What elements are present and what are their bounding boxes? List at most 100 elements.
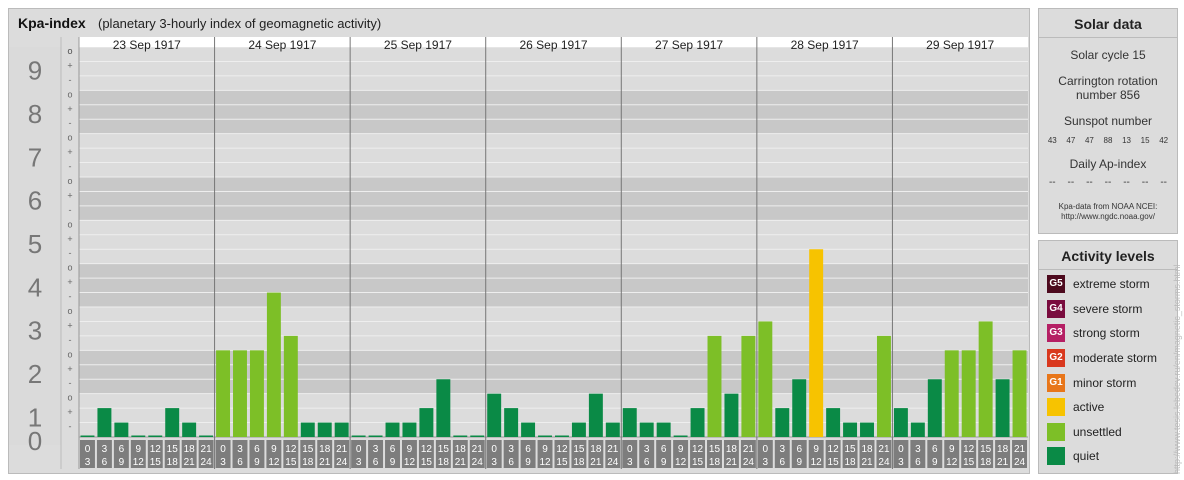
interval-start-label: 0 [898,444,904,455]
interval-end-label: 12 [404,457,416,468]
kp-bar [809,249,824,437]
interval-start-label: 9 [678,444,684,455]
interval-end-label: 15 [150,457,162,468]
activity-level-label: unsettled [1073,424,1122,439]
activity-level-label: extreme storm [1073,277,1150,292]
y-subtick-label: - [69,335,72,345]
kpa-chart: 0123456789-+o-+o-+o-+o-+o-+o-+o-+o-+oo 23… [9,37,1028,469]
interval-start-label: 18 [726,444,738,455]
activity-level-label: strong storm [1073,326,1140,341]
kp-bar [690,408,705,437]
source-url[interactable]: http://www.ngdc.noaa.gov/ [1039,212,1177,222]
y-subtick-label: o [67,133,72,143]
interval-start-label: 15 [438,444,450,455]
day-label: 24 Sep 1917 [248,38,316,52]
interval-end-label: 9 [390,457,396,468]
interval-end-label: 9 [796,457,802,468]
interval-end-label: 9 [254,457,260,468]
activity-level-item: active [1039,395,1177,420]
interval-start-label: 0 [627,444,633,455]
y-subtick-label: - [69,378,72,388]
sunspot-value: 47 [1084,136,1094,145]
interval-end-label: 9 [119,457,125,468]
kp-bar [351,435,366,437]
y-subtick-label: o [67,89,72,99]
y-tick-label: 7 [28,142,42,172]
y-subtick-label: - [69,248,72,258]
interval-end-label: 3 [220,457,226,468]
interval-end-label: 24 [743,457,755,468]
interval-end-label: 18 [167,457,179,468]
day-label: 27 Sep 1917 [655,38,723,52]
activity-level-label: active [1073,400,1105,415]
activity-level-swatch: G3 [1047,324,1065,343]
interval-end-label: 6 [102,457,108,468]
interval-start-label: 3 [508,444,514,455]
y-subtick-label: - [69,205,72,215]
y-tick-label: 2 [28,359,42,389]
interval-start-label: 9 [271,444,277,455]
kp-bar [453,435,468,437]
kp-bar [724,393,739,437]
interval-start-label: 3 [644,444,650,455]
interval-end-label: 6 [508,457,514,468]
ap-value: -- [1067,177,1075,188]
y-subtick-label: o [67,46,72,56]
kp-bar [741,335,756,437]
kp-bar [588,393,603,437]
activity-level-item: quiet [1039,444,1177,469]
ap-label: Daily Ap-index [1069,157,1147,171]
activity-level-swatch: G4 [1047,299,1065,318]
interval-end-label: 21 [455,457,467,468]
chart-title: Kpa-index [18,15,86,31]
kp-bar [758,321,773,437]
kp-bar [555,435,569,437]
interval-start-label: 15 [573,444,585,455]
kp-bar [995,379,1010,437]
interval-end-label: 21 [590,457,602,468]
kp-bar [266,292,281,437]
y-subtick-label: o [67,393,72,403]
kp-bar [893,408,908,437]
sunspot-value: 43 [1047,136,1057,145]
kp-bar [487,393,502,437]
day-label: 23 Sep 1917 [113,38,181,52]
interval-end-label: 18 [438,457,450,468]
carrington-line2: number 856 [1075,88,1141,102]
kp-bar [792,379,807,437]
interval-end-label: 15 [285,457,297,468]
kp-bar [385,422,400,437]
interval-start-label: 9 [542,444,548,455]
interval-start-label: 15 [980,444,992,455]
interval-end-label: 12 [133,457,145,468]
interval-end-label: 18 [709,457,721,468]
activity-level-swatch: G1 [1047,373,1065,392]
y-subtick-label: o [67,176,72,186]
y-tick-label: 1 [28,402,42,432]
ap-values: -- -- -- -- -- -- -- [1039,177,1177,188]
interval-start-label: 21 [743,444,755,455]
sunspot-numbers: 43 47 47 88 13 15 42 [1039,136,1177,145]
interval-start-label: 12 [828,444,840,455]
interval-start-label: 6 [254,444,260,455]
credit-url[interactable]: http://www.tesis.lebedev.ru/en/magnetic_… [1172,265,1182,474]
kp-bar [605,422,620,437]
interval-end-label: 6 [237,457,243,468]
y-subtick-label: - [69,162,72,172]
interval-start-label: 0 [220,444,226,455]
y-tick-label: 6 [28,186,42,216]
activity-level-swatch [1047,447,1065,466]
interval-start-label: 9 [407,444,413,455]
sunspot-value: 47 [1066,136,1076,145]
ap-value: -- [1160,177,1167,188]
interval-start-label: 3 [779,444,785,455]
carrington-rotation: Carrington rotation number 856 [1039,74,1177,102]
interval-start-label: 21 [878,444,890,455]
kp-bar [521,422,536,437]
interval-end-label: 9 [661,457,667,468]
kp-bar [436,379,451,437]
activity-levels-panel: Activity levels G5 extreme storm G4 severe … [1038,240,1178,474]
y-subtick-label: o [67,219,72,229]
interval-start-label: 21 [201,444,213,455]
interval-end-label: 15 [963,457,975,468]
